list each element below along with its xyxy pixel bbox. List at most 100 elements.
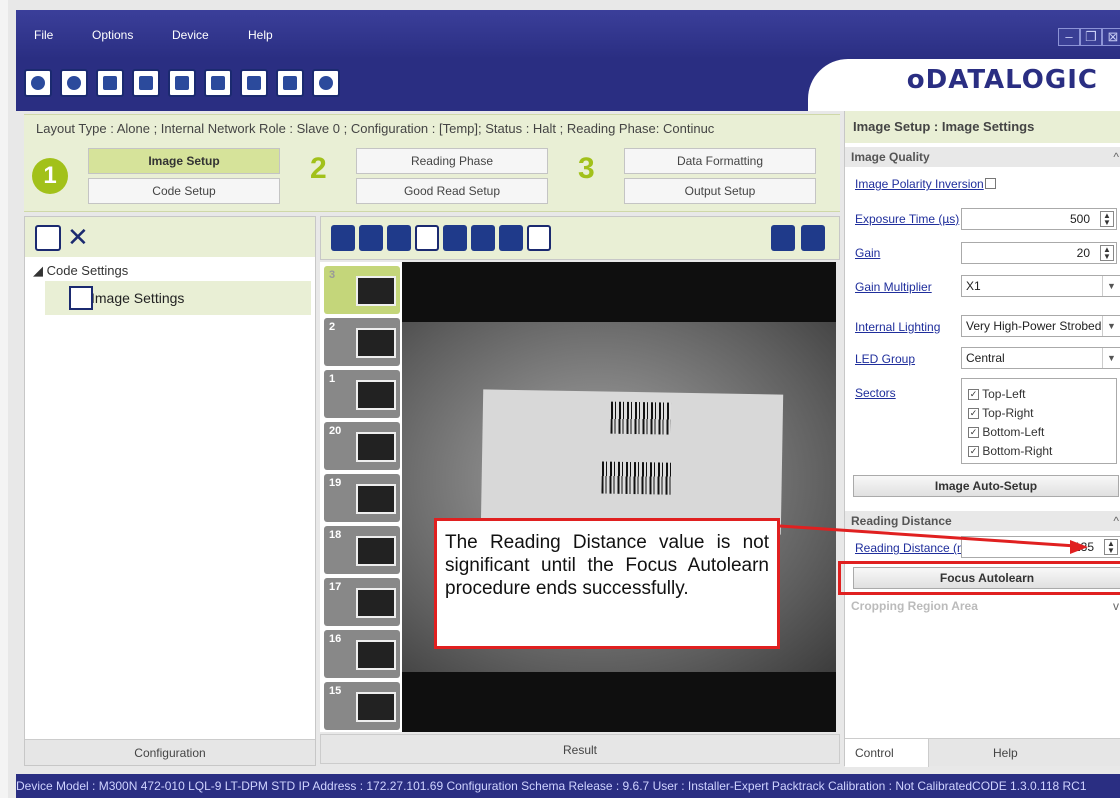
properties-tabs: Control Help	[845, 738, 1120, 767]
frame-icon[interactable]	[499, 225, 523, 251]
sector-bottom-right[interactable]: ✓ Bottom-Right	[968, 444, 1052, 458]
arrow-up-icon[interactable]	[331, 225, 355, 251]
send-config-icon[interactable]	[96, 69, 124, 97]
delete-icon[interactable]: ✕	[67, 224, 93, 251]
thumbnail-image	[356, 640, 396, 670]
section-image-quality[interactable]: Image Quality ^	[845, 147, 1120, 167]
open-file-icon[interactable]	[168, 69, 196, 97]
datalogic-logo: ᴏDATALOGIC	[906, 65, 1098, 95]
data-formatting-button[interactable]: Data Formatting	[624, 148, 816, 174]
thumbnail[interactable]: 15	[324, 682, 400, 730]
collapse-icon[interactable]: ^	[1113, 511, 1119, 531]
thumbnail[interactable]: 20	[324, 422, 400, 470]
sector-bottom-left[interactable]: ✓ Bottom-Left	[968, 425, 1044, 439]
device-status-bar: Device Model : M300N 472-010 LQL-9 LT-DP…	[16, 774, 1120, 798]
arrow-down-icon[interactable]	[359, 225, 383, 251]
reading-phase-button[interactable]: Reading Phase	[356, 148, 548, 174]
image-viewer[interactable]	[402, 262, 836, 732]
save-file-icon[interactable]	[204, 69, 232, 97]
thumbnail-image	[356, 536, 396, 566]
zoom-reset-icon[interactable]	[415, 225, 439, 251]
thumbnail-image	[356, 692, 396, 722]
thumbnail[interactable]: 17	[324, 578, 400, 626]
thumbnail[interactable]: 1	[324, 370, 400, 418]
exposure-time-label: Exposure Time (µs)	[855, 212, 960, 226]
settings-list-icon[interactable]	[276, 69, 304, 97]
menu-bar: File Options Device Help – ❐ ⊠	[16, 10, 1120, 59]
restore-icon[interactable]: ❐	[1080, 28, 1102, 46]
receive-config-icon[interactable]	[132, 69, 160, 97]
chevron-down-icon[interactable]: ▼	[1102, 348, 1120, 368]
good-read-setup-button[interactable]: Good Read Setup	[356, 178, 548, 204]
save-device-icon[interactable]	[240, 69, 268, 97]
section-reading-distance-label: Reading Distance	[851, 514, 952, 528]
tab-help[interactable]: Help	[993, 739, 1018, 767]
section-reading-distance[interactable]: Reading Distance ^	[845, 511, 1120, 531]
crosshair-icon[interactable]	[312, 69, 340, 97]
menu-file[interactable]: File	[34, 28, 53, 42]
menu-help[interactable]: Help	[248, 28, 273, 42]
sectors-list: ✓ Top-Left ✓ Top-Right ✓ Bottom-Left ✓ B…	[961, 378, 1117, 464]
internal-lighting-select[interactable]: Very High-Power Strobed ▼	[961, 315, 1120, 337]
sector-top-right[interactable]: ✓ Top-Right	[968, 406, 1033, 420]
gain-field[interactable]: 20 ▲ ▼	[961, 242, 1117, 264]
expand-icon[interactable]: v	[1113, 596, 1119, 616]
connect-icon[interactable]	[24, 69, 52, 97]
tree-image-settings[interactable]: Image Settings	[45, 281, 311, 315]
layout-status-line: Layout Type : Alone ; Internal Network R…	[24, 114, 840, 144]
play-icon[interactable]	[771, 225, 795, 251]
image-auto-setup-button[interactable]: Image Auto-Setup	[853, 475, 1119, 497]
zoom-out-icon[interactable]	[443, 225, 467, 251]
checkbox-checked-icon[interactable]: ✓	[968, 446, 979, 458]
thumbnail[interactable]: 18	[324, 526, 400, 574]
thumbnail[interactable]: 16	[324, 630, 400, 678]
close-icon[interactable]: ⊠	[1102, 28, 1120, 46]
checkbox-checked-icon[interactable]: ✓	[968, 427, 979, 439]
menu-device[interactable]: Device	[172, 28, 209, 42]
barcode-graphic	[601, 461, 672, 495]
exposure-time-field[interactable]: 500 ▲ ▼	[961, 208, 1117, 230]
configuration-tab[interactable]: Configuration	[25, 739, 315, 765]
minimize-icon[interactable]: –	[1058, 28, 1080, 46]
image-polarity-checkbox[interactable]	[985, 178, 996, 189]
result-tab[interactable]: Result	[320, 734, 840, 764]
checkbox-checked-icon[interactable]: ✓	[968, 408, 979, 420]
spin-icon[interactable]: ▲ ▼	[1100, 245, 1114, 261]
viewer-toolbar	[320, 216, 840, 260]
spin-icon[interactable]: ▲ ▼	[1100, 211, 1114, 227]
code-setup-button[interactable]: Code Setup	[88, 178, 280, 204]
chevron-down-icon[interactable]: ▼	[1102, 316, 1120, 336]
grid-icon[interactable]	[527, 225, 551, 251]
sector-top-left[interactable]: ✓ Top-Left	[968, 387, 1025, 401]
thumbnail-image	[356, 484, 396, 514]
menu-options[interactable]: Options	[92, 28, 133, 42]
reading-distance-field[interactable]: 135 ▲ ▼	[961, 536, 1120, 558]
tree-image-settings-label: Image Settings	[91, 290, 185, 306]
step-1-badge: 1	[32, 158, 68, 194]
camera-icon[interactable]	[60, 69, 88, 97]
properties-panel: Image Setup : Image Settings Image Quali…	[844, 111, 1120, 767]
collapse-icon[interactable]: ^	[1113, 147, 1119, 167]
thumbnail[interactable]: 3	[324, 266, 400, 314]
led-group-select[interactable]: Central ▼	[961, 347, 1120, 369]
image-polarity-label: Image Polarity Inversion	[855, 177, 984, 191]
tab-control[interactable]: Control	[845, 739, 929, 767]
chevron-down-icon[interactable]: ▼	[1102, 276, 1120, 296]
thumbnail[interactable]: 2	[324, 318, 400, 366]
gain-label: Gain	[855, 246, 881, 260]
step-play-icon[interactable]	[801, 225, 825, 251]
tree-code-settings[interactable]: ◢ Code Settings	[33, 263, 128, 279]
image-setup-button[interactable]: Image Setup	[88, 148, 280, 174]
section-cropping-region[interactable]: Cropping Region Area v	[845, 596, 1120, 616]
thumbnail-image	[356, 432, 396, 462]
configuration-panel: ✕ ◢ Code Settings Image Settings Configu…	[24, 216, 316, 766]
zoom-in-icon[interactable]	[387, 225, 411, 251]
checkbox-checked-icon[interactable]: ✓	[968, 389, 979, 401]
image-history: 3 2 1 20 19 18 17 16 15	[320, 262, 402, 732]
spin-icon[interactable]: ▲ ▼	[1104, 539, 1118, 555]
add-item-icon[interactable]	[35, 225, 61, 251]
thumbnail[interactable]: 19	[324, 474, 400, 522]
save-image-icon[interactable]	[471, 225, 495, 251]
gain-multiplier-select[interactable]: X1 ▼	[961, 275, 1120, 297]
output-setup-button[interactable]: Output Setup	[624, 178, 816, 204]
